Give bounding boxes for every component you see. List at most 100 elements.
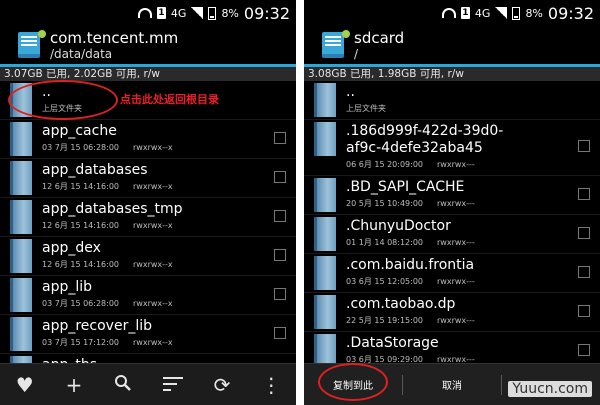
file-name-cont: af9c-4defe32aba45: [346, 140, 483, 156]
wifi-icon: [441, 8, 456, 18]
file-perm: rwxrwx---: [437, 199, 475, 208]
highlight-circle: [318, 363, 388, 401]
app-header: sdcard /: [304, 26, 600, 64]
folder-icon: [314, 256, 336, 290]
file-date: 12 6月 15 14:16:00: [42, 182, 120, 191]
network-type: 4G: [170, 6, 187, 20]
file-perm: rwxrwx--x: [133, 143, 173, 152]
select-checkbox[interactable]: [578, 227, 590, 239]
select-checkbox[interactable]: [578, 344, 590, 356]
select-checkbox[interactable]: [274, 132, 286, 144]
parent-label: 上层文件夹: [346, 104, 386, 113]
file-name: app_recover_lib: [42, 318, 152, 334]
divider: [501, 374, 502, 395]
list-item[interactable]: .com.taobao.dp 22 5月 15 19:15:00 rwxrwx--…: [304, 293, 600, 332]
left-screen: 1 4G 8% 09:32 com.tencent.mm /data/data …: [0, 0, 296, 405]
file-name: .ChunyuDoctor: [346, 218, 451, 234]
file-name: app_dex: [42, 240, 101, 256]
file-name: app_databases_tmp: [42, 201, 183, 217]
file-date: 03 7月 15 06:28:00: [42, 143, 120, 152]
sim-icon: 1: [460, 7, 470, 19]
file-list: .. 上层文件夹 .186d999f-422d-39d0- af9c-4defe…: [304, 81, 600, 371]
folder-icon: [10, 122, 32, 156]
select-checkbox[interactable]: [274, 210, 286, 222]
folder-icon: [314, 295, 336, 329]
file-perm: rwxrwx--x: [133, 182, 173, 191]
signal-icon: [495, 7, 508, 19]
list-item[interactable]: .ChunyuDoctor 01 1月 14 08:12:00 rwxrwx---: [304, 215, 600, 254]
list-item[interactable]: app_recover_lib 03 7月 15 17:12:00 rwxrwx-…: [0, 315, 296, 354]
list-item[interactable]: .BD_SAPI_CACHE 20 5月 15 10:49:00 rwxrwx--…: [304, 176, 600, 215]
file-name: .com.taobao.dp: [346, 296, 456, 312]
list-item[interactable]: .186d999f-422d-39d0- af9c-4defe32aba45 0…: [304, 120, 600, 176]
app-header: com.tencent.mm /data/data: [0, 26, 296, 64]
file-perm: rwxrwx---: [437, 160, 475, 169]
file-date: 20 5月 15 10:49:00: [346, 199, 424, 208]
list-item[interactable]: app_databases_tmp 12 6月 15 14:16:00 rwxrw…: [0, 198, 296, 237]
list-item[interactable]: .com.baidu.frontia 03 6月 15 12:05:00 rwxr…: [304, 254, 600, 293]
app-logo-icon: [322, 30, 350, 58]
file-name: .com.baidu.frontia: [346, 257, 475, 273]
file-date: 03 6月 15 12:05:00: [346, 277, 424, 286]
file-list: .. 上层文件夹 app_cache 03 7月 15 06:28:00 rwxr…: [0, 81, 296, 393]
refresh-icon[interactable]: ⟳: [207, 373, 237, 397]
app-logo-icon: [18, 30, 46, 58]
file-name: .186d999f-422d-39d0-: [346, 123, 504, 139]
select-checkbox[interactable]: [274, 288, 286, 300]
folder-icon: [314, 83, 336, 117]
folder-path: /data/data: [50, 47, 113, 61]
battery-level: 8%: [221, 6, 239, 20]
folder-icon: [314, 122, 336, 156]
annotation-text: 点击此处返回根目录: [120, 93, 219, 106]
clock: 09:32: [243, 3, 290, 23]
select-checkbox[interactable]: [578, 188, 590, 200]
cancel-button[interactable]: 取消: [403, 377, 501, 392]
file-date: 22 5月 15 19:15:00: [346, 316, 424, 325]
right-screen: 1 4G 8% 09:32 sdcard / 3.08GB 已用, 1.98GB…: [304, 0, 600, 405]
file-date: 06 6月 15 20:09:00: [346, 160, 424, 169]
file-date: 03 7月 15 06:28:00: [42, 299, 120, 308]
status-bar: 1 4G 8% 09:32: [0, 0, 296, 26]
sim-icon: 1: [156, 7, 166, 19]
select-checkbox[interactable]: [274, 171, 286, 183]
file-name: .DataStorage: [346, 335, 439, 351]
file-date: 03 7月 15 17:12:00: [42, 338, 120, 347]
folder-icon: [314, 217, 336, 251]
select-checkbox[interactable]: [578, 305, 590, 317]
file-perm: rwxrwx--x: [133, 338, 173, 347]
list-item[interactable]: app_cache 03 7月 15 06:28:00 rwxrwx--x: [0, 120, 296, 159]
file-perm: rwxrwx---: [437, 316, 475, 325]
folder-title: com.tencent.mm: [50, 29, 179, 47]
file-perm: rwxrwx---: [437, 277, 475, 286]
file-perm: rwxrwx--x: [133, 260, 173, 269]
file-name: ..: [346, 84, 355, 100]
file-perm: rwxrwx--x: [133, 221, 173, 230]
wifi-icon: [137, 8, 152, 18]
plus-icon[interactable]: +: [59, 373, 89, 397]
sort-icon[interactable]: [158, 373, 188, 397]
battery-level: 8%: [525, 6, 543, 20]
select-checkbox[interactable]: [274, 249, 286, 261]
select-checkbox[interactable]: [578, 266, 590, 278]
parent-folder-row[interactable]: .. 上层文件夹: [304, 81, 600, 120]
heart-icon[interactable]: ♥: [10, 373, 40, 397]
file-name: app_databases: [42, 162, 148, 178]
folder-icon: [10, 278, 32, 312]
list-item[interactable]: app_databases 12 6月 15 14:16:00 rwxrwx--x: [0, 159, 296, 198]
list-item[interactable]: app_dex 12 6月 15 14:16:00 rwxrwx--x: [0, 237, 296, 276]
file-name: app_cache: [42, 123, 117, 139]
network-type: 4G: [474, 6, 491, 20]
more-icon[interactable]: ⋮: [256, 373, 286, 397]
list-item[interactable]: app_lib 03 7月 15 06:28:00 rwxrwx--x: [0, 276, 296, 315]
battery-icon: [208, 6, 217, 20]
folder-icon: [10, 239, 32, 273]
status-bar: 1 4G 8% 09:32: [304, 0, 600, 26]
storage-info: 3.08GB 已用, 1.98GB 可用, r/w: [304, 67, 600, 81]
folder-icon: [10, 317, 32, 351]
select-checkbox[interactable]: [578, 140, 590, 152]
search-icon[interactable]: [108, 373, 138, 397]
battery-icon: [512, 6, 521, 20]
file-name: .BD_SAPI_CACHE: [346, 179, 465, 195]
select-checkbox[interactable]: [274, 327, 286, 339]
folder-icon: [10, 161, 32, 195]
